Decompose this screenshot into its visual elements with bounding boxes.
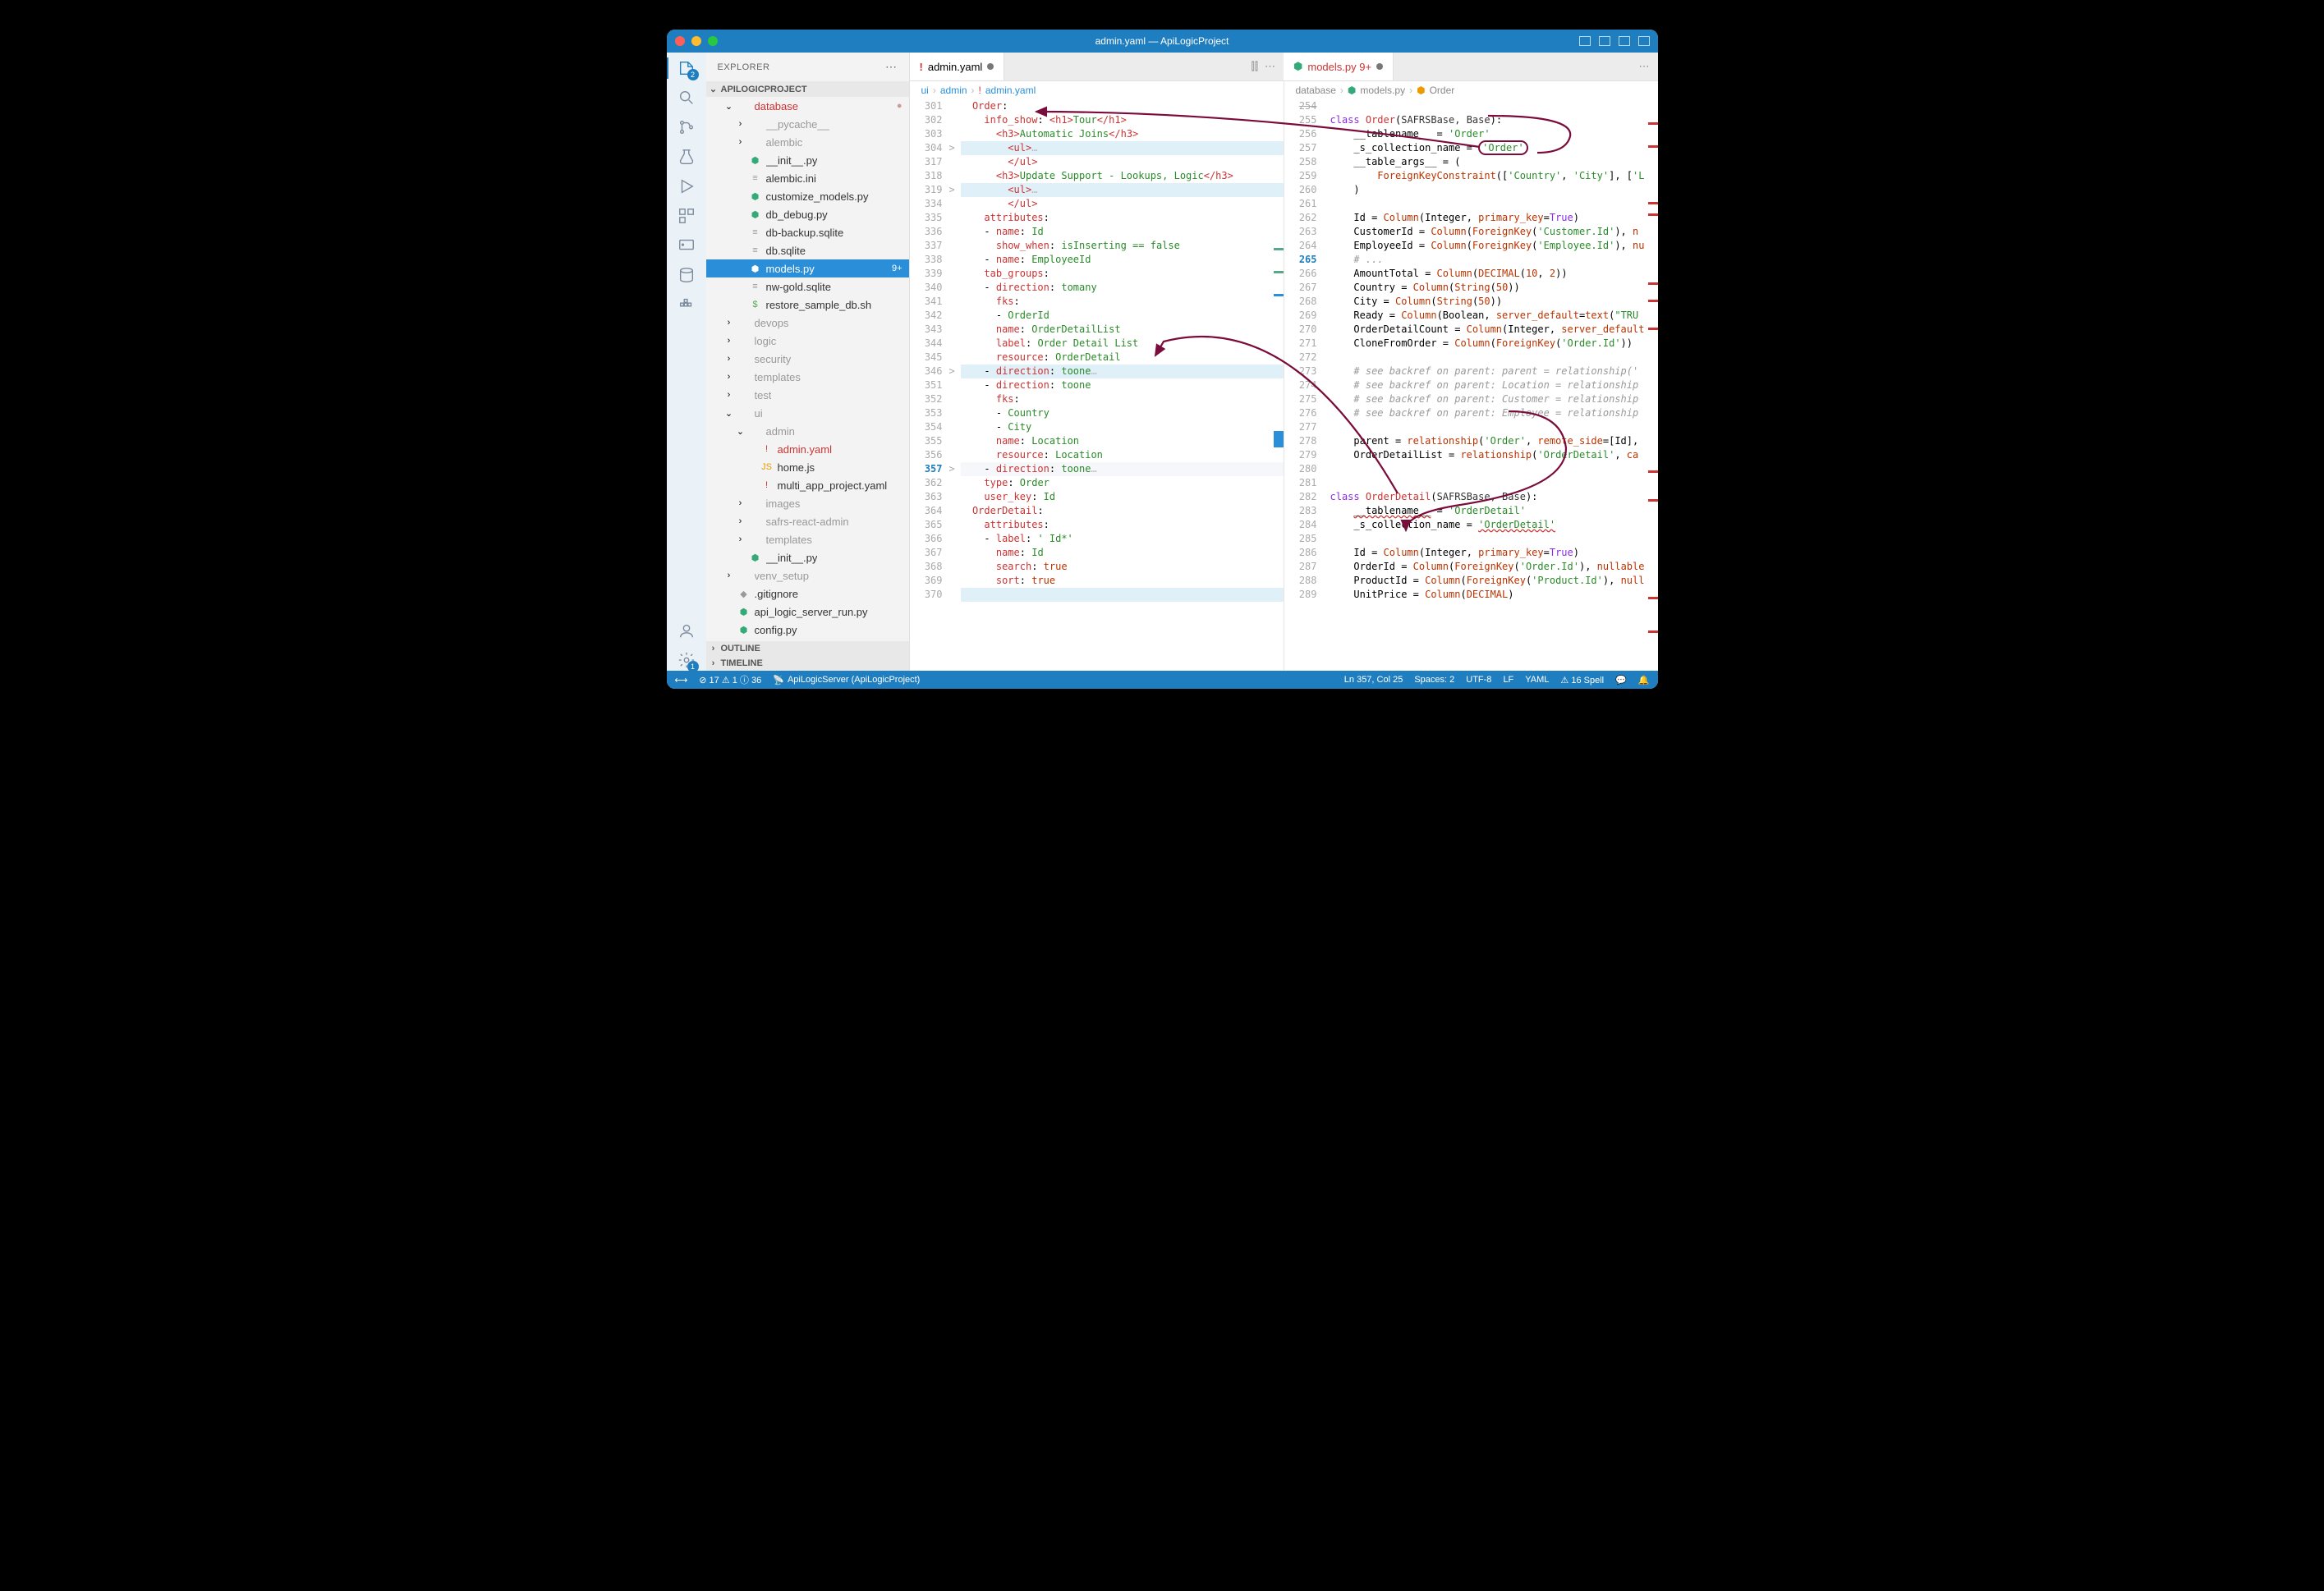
- tree-node[interactable]: ◆.gitignore: [706, 585, 909, 603]
- tree-node[interactable]: ⬢__init__.py: [706, 151, 909, 169]
- layout-icon[interactable]: [1638, 36, 1650, 46]
- timeline-header[interactable]: ›TIMELINE: [706, 656, 909, 671]
- modified-icon: [1376, 63, 1383, 70]
- tree-node[interactable]: ⬢db_debug.py: [706, 205, 909, 223]
- testing-icon[interactable]: [676, 146, 697, 167]
- window: admin.yaml — ApiLogicProject 2 1 EXPLORE…: [667, 30, 1658, 689]
- tree-node[interactable]: JShome.js: [706, 458, 909, 476]
- panel-left-icon[interactable]: [1579, 36, 1591, 46]
- activity-bar: 2 1: [667, 53, 706, 671]
- bell-icon[interactable]: 🔔: [1638, 675, 1650, 685]
- tree-node[interactable]: ›templates: [706, 530, 909, 548]
- tree-node[interactable]: ›security: [706, 350, 909, 368]
- breadcrumb-right[interactable]: database› ⬢models.py› ⬢Order: [1284, 81, 1658, 99]
- code-editor-left[interactable]: 3013023033043173183193343353363373383393…: [910, 99, 1284, 671]
- account-icon[interactable]: [676, 620, 697, 641]
- search-icon[interactable]: [676, 87, 697, 108]
- project-header[interactable]: ⌄APILOGICPROJECT: [706, 81, 909, 97]
- modified-icon: [987, 63, 994, 70]
- outline-header[interactable]: ›OUTLINE: [706, 641, 909, 656]
- panel-bottom-icon[interactable]: [1599, 36, 1610, 46]
- editor-left: ui› admin› ! admin.yaml 3013023033043173…: [910, 81, 1284, 671]
- encoding-indicator[interactable]: UTF-8: [1466, 675, 1491, 685]
- tree-node[interactable]: ›__pycache__: [706, 115, 909, 133]
- timeline-label: TIMELINE: [721, 658, 763, 668]
- branch-indicator[interactable]: 📡 ApiLogicServer (ApiLogicProject): [773, 675, 920, 685]
- window-controls: [675, 36, 718, 46]
- tree-node[interactable]: ⌄ui: [706, 404, 909, 422]
- tab-label: models.py 9+: [1307, 61, 1371, 73]
- feedback-icon[interactable]: 💬: [1615, 675, 1627, 685]
- editor-right: database› ⬢models.py› ⬢Order 25425525625…: [1284, 81, 1658, 671]
- more-icon[interactable]: ⋯: [1639, 60, 1650, 73]
- layout-controls: [1579, 36, 1650, 46]
- extensions-icon[interactable]: [676, 205, 697, 227]
- tree-node[interactable]: ›devops: [706, 314, 909, 332]
- tree-node[interactable]: ≡nw-gold.sqlite: [706, 277, 909, 296]
- spell-indicator[interactable]: ⚠ 16 Spell: [1560, 675, 1604, 685]
- tree-node[interactable]: ›logic: [706, 332, 909, 350]
- close-icon[interactable]: [675, 36, 685, 46]
- window-title: admin.yaml — ApiLogicProject: [1095, 35, 1229, 47]
- settings-icon[interactable]: 1: [676, 649, 697, 671]
- yaml-icon: !: [920, 61, 923, 73]
- breadcrumb-left[interactable]: ui› admin› ! admin.yaml: [910, 81, 1284, 99]
- project-label: APILOGICPROJECT: [721, 85, 807, 94]
- indent-indicator[interactable]: Spaces: 2: [1414, 675, 1454, 685]
- problems-indicator[interactable]: ⊘ 17 ⚠ 1 ⓘ 36: [699, 673, 761, 686]
- maximize-icon[interactable]: [708, 36, 718, 46]
- tree-node[interactable]: $restore_sample_db.sh: [706, 296, 909, 314]
- split-icon[interactable]: ⫿⫿: [1252, 60, 1258, 73]
- remote-icon[interactable]: [676, 235, 697, 256]
- panel-right-icon[interactable]: [1619, 36, 1630, 46]
- tree-node[interactable]: ≡alembic.ini: [706, 169, 909, 187]
- code-editor-right[interactable]: 2542552562572582592602612622632642652662…: [1284, 99, 1658, 671]
- tree-node[interactable]: ≡db-backup.sqlite: [706, 223, 909, 241]
- tree-node[interactable]: ›venv_setup: [706, 566, 909, 585]
- tree-node[interactable]: !multi_app_project.yaml: [706, 476, 909, 494]
- tab-admin-yaml[interactable]: ! admin.yaml: [910, 53, 1005, 80]
- language-indicator[interactable]: YAML: [1525, 675, 1549, 685]
- tree-node[interactable]: ›safrs-react-admin: [706, 512, 909, 530]
- minimize-icon[interactable]: [691, 36, 701, 46]
- outline-label: OUTLINE: [721, 644, 760, 653]
- more-icon[interactable]: ⋯: [1265, 60, 1275, 73]
- remote-indicator[interactable]: ⟷: [675, 675, 688, 685]
- docker-icon[interactable]: [676, 294, 697, 315]
- explorer-icon[interactable]: 2: [676, 57, 697, 79]
- minimap-right[interactable]: [1643, 99, 1658, 671]
- tree-node[interactable]: ›templates: [706, 368, 909, 386]
- editor-area: ! admin.yaml ⫿⫿ ⋯ ⬢ models.py 9+: [910, 53, 1658, 671]
- tab-bar-right: ⬢ models.py 9+ ⋯: [1284, 53, 1658, 81]
- tree-node[interactable]: ⬢customize_models.py: [706, 187, 909, 205]
- tree-node[interactable]: ⌄database●: [706, 97, 909, 115]
- tree-node[interactable]: ≡db.sqlite: [706, 241, 909, 259]
- python-icon: ⬢: [1293, 60, 1302, 73]
- status-bar: ⟷ ⊘ 17 ⚠ 1 ⓘ 36 📡 ApiLogicServer (ApiLog…: [667, 671, 1658, 689]
- tree-node[interactable]: !admin.yaml: [706, 440, 909, 458]
- source-control-icon[interactable]: [676, 117, 697, 138]
- tree-node[interactable]: ›test: [706, 386, 909, 404]
- tree-node[interactable]: ⬢models.py9+: [706, 259, 909, 277]
- tree-node[interactable]: ⬢api_logic_server_run.py: [706, 603, 909, 621]
- tree-node[interactable]: ›images: [706, 494, 909, 512]
- more-icon[interactable]: ⋯: [885, 60, 898, 74]
- tab-models-py[interactable]: ⬢ models.py 9+: [1284, 53, 1394, 80]
- run-icon[interactable]: [676, 176, 697, 197]
- eol-indicator[interactable]: LF: [1503, 675, 1513, 685]
- cursor-position[interactable]: Ln 357, Col 25: [1344, 675, 1403, 685]
- explorer-label: EXPLORER: [718, 62, 770, 72]
- tab-bar-left: ! admin.yaml ⫿⫿ ⋯: [910, 53, 1284, 81]
- tree-node[interactable]: ⌄admin: [706, 422, 909, 440]
- tree-node[interactable]: ›alembic: [706, 133, 909, 151]
- sidebar: EXPLORER ⋯ ⌄APILOGICPROJECT ⌄database●›_…: [706, 53, 910, 671]
- tab-label: admin.yaml: [928, 61, 982, 73]
- tree-node[interactable]: ⬢config.py: [706, 621, 909, 639]
- file-tree[interactable]: ⌄database●›__pycache__›alembic⬢__init__.…: [706, 97, 909, 641]
- titlebar: admin.yaml — ApiLogicProject: [667, 30, 1658, 53]
- tree-node[interactable]: ⬢__init__.py: [706, 548, 909, 566]
- database-icon[interactable]: [676, 264, 697, 286]
- minimap-left[interactable]: [1269, 99, 1284, 671]
